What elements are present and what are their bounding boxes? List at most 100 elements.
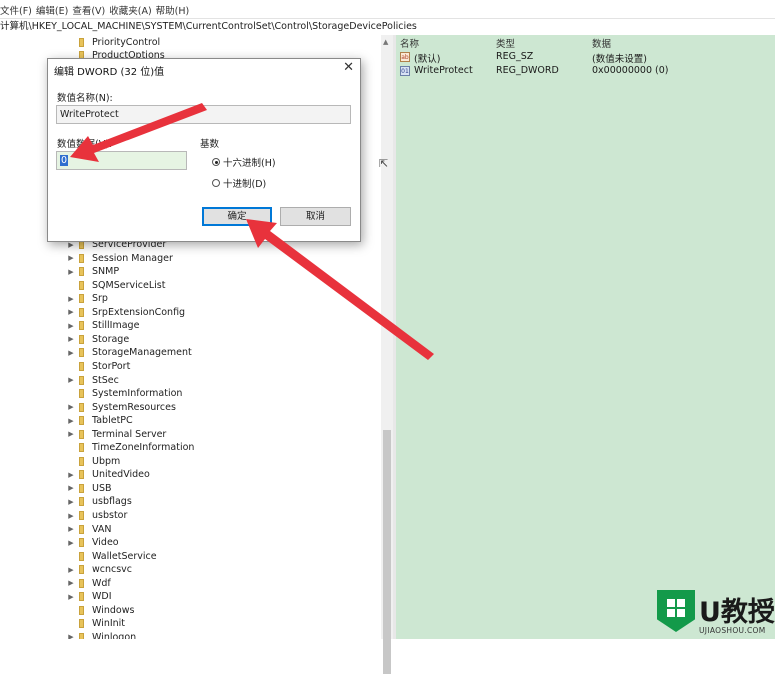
tree-scrollbar[interactable]: ▲ <box>381 35 393 674</box>
menu-edit[interactable]: 编辑(E) <box>36 0 72 18</box>
tree-item-label: wcncsvc <box>92 564 133 576</box>
expand-chevron-icon[interactable]: ▶ <box>66 254 76 262</box>
expand-chevron-icon[interactable]: ▶ <box>66 593 76 601</box>
menu-view[interactable]: 查看(V) <box>72 0 109 18</box>
tree-item[interactable]: SystemInformation <box>66 387 182 400</box>
expand-chevron-icon[interactable]: ▶ <box>66 471 76 479</box>
expand-chevron-icon[interactable]: ▶ <box>66 498 76 506</box>
tree-item[interactable]: ▶ StillImage <box>66 319 139 332</box>
tree-item-label: SQMServiceList <box>92 279 166 291</box>
tree-item[interactable]: ▶ wcncsvc <box>66 563 132 576</box>
folder-icon <box>79 375 84 385</box>
tree-item[interactable]: ▶ SrpExtensionConfig <box>66 306 185 319</box>
tree-item[interactable]: ▶ WDI <box>66 590 111 603</box>
cancel-button[interactable]: 取消 <box>280 207 351 226</box>
folder-icon <box>79 307 84 317</box>
folder-icon <box>79 348 84 358</box>
tree-item-label: Winlogon <box>92 631 137 639</box>
tree-item[interactable]: WinInit <box>66 617 125 630</box>
folder-icon <box>79 429 84 439</box>
expand-chevron-icon[interactable]: ▶ <box>66 539 76 547</box>
value-name: (默认) <box>414 54 441 65</box>
windows-logo-icon <box>667 599 685 617</box>
expand-chevron-icon[interactable]: ▶ <box>66 268 76 276</box>
tree-item[interactable]: ▶ StorageManagement <box>66 346 191 359</box>
value-name-field[interactable]: WriteProtect <box>56 105 351 124</box>
expand-chevron-icon[interactable]: ▶ <box>66 633 76 639</box>
expand-chevron-icon[interactable]: ▶ <box>66 376 76 384</box>
tree-item[interactable]: ▶ Srp <box>66 292 108 305</box>
tree-item[interactable]: ▶ Terminal Server <box>66 428 166 441</box>
address-bar[interactable]: 计算机\HKEY_LOCAL_MACHINE\SYSTEM\CurrentCon… <box>0 18 775 36</box>
expand-chevron-icon[interactable]: ▶ <box>66 417 76 425</box>
column-header-data[interactable]: 数据 <box>592 36 611 50</box>
radio-checked-icon[interactable] <box>212 158 220 166</box>
tree-item[interactable]: Ubpm <box>66 455 120 468</box>
hex-radio-option[interactable]: 十六进制(H) <box>212 155 276 169</box>
folder-icon <box>79 294 84 304</box>
folder-icon <box>79 483 84 493</box>
expand-chevron-icon[interactable]: ▶ <box>66 308 76 316</box>
tree-item[interactable]: WalletService <box>66 550 157 563</box>
tree-item[interactable]: ▶ Wdf <box>66 577 110 590</box>
radio-unchecked-icon[interactable] <box>212 179 220 187</box>
scroll-up-arrow-icon[interactable]: ▲ <box>383 38 388 46</box>
close-icon[interactable]: ✕ <box>343 60 354 75</box>
column-header-type[interactable]: 类型 <box>496 36 515 50</box>
menu-favorites[interactable]: 收藏夹(A) <box>109 0 155 18</box>
folder-icon <box>79 402 84 412</box>
menu-help[interactable]: 帮助(H) <box>156 0 194 18</box>
folder-icon <box>79 321 84 331</box>
expand-chevron-icon[interactable]: ▶ <box>66 335 76 343</box>
tree-item-label: usbflags <box>92 496 132 508</box>
tree-item[interactable]: ▶ USB <box>66 482 111 495</box>
column-header-name[interactable]: 名称 <box>400 36 419 50</box>
tree-item[interactable]: ▶ usbstor <box>66 509 127 522</box>
folder-icon <box>79 524 84 534</box>
value-row[interactable]: 01 WriteProtect REG_DWORD 0x00000000 (0) <box>396 64 775 78</box>
folder-icon <box>79 389 84 399</box>
expand-chevron-icon[interactable]: ▶ <box>66 349 76 357</box>
scrollbar-thumb[interactable] <box>383 430 391 674</box>
expand-chevron-icon[interactable]: ▶ <box>66 566 76 574</box>
dec-radio-option[interactable]: 十进制(D) <box>212 176 266 190</box>
expand-chevron-icon[interactable]: ▶ <box>66 403 76 411</box>
expand-chevron-icon[interactable]: ▶ <box>66 579 76 587</box>
expand-chevron-icon[interactable]: ▶ <box>66 430 76 438</box>
folder-icon <box>79 334 84 344</box>
tree-item[interactable]: ▶ Video <box>66 536 119 549</box>
tree-item-label: UnitedVideo <box>92 469 150 481</box>
folder-icon <box>79 280 84 290</box>
tree-item[interactable]: ▶ usbflags <box>66 495 132 508</box>
tree-item-label: WinInit <box>92 618 126 630</box>
tree-item[interactable]: Windows <box>66 604 134 617</box>
tree-item[interactable]: ▶ UnitedVideo <box>66 468 150 481</box>
dialog-title: 编辑 DWORD (32 位)值 <box>54 67 165 78</box>
expand-chevron-icon[interactable]: ▶ <box>66 512 76 520</box>
tree-item[interactable]: ▶ Winlogon <box>66 631 136 639</box>
menu-file[interactable]: 文件(F) <box>0 0 36 18</box>
tree-item-label: SrpExtensionConfig <box>92 306 186 318</box>
expand-chevron-icon[interactable]: ▶ <box>66 525 76 533</box>
tree-item[interactable]: SQMServiceList <box>66 279 165 292</box>
tree-item[interactable]: ▶ SNMP <box>66 265 119 278</box>
tree-item-label: Video <box>92 537 119 549</box>
value-data-field[interactable]: 0 <box>56 151 187 170</box>
tree-item[interactable]: TimeZoneInformation <box>66 441 194 454</box>
expand-chevron-icon[interactable]: ▶ <box>66 484 76 492</box>
tree-item[interactable]: ▶ SystemResources <box>66 401 176 414</box>
folder-icon <box>79 38 84 47</box>
tree-item[interactable]: ▶ StSec <box>66 374 119 387</box>
tree-item[interactable]: ▶ TabletPC <box>66 414 132 427</box>
tree-item[interactable]: PriorityControl <box>66 36 160 49</box>
tree-item[interactable]: ▶ Storage <box>66 333 129 346</box>
ok-button[interactable]: 确定 <box>202 207 272 226</box>
value-row[interactable]: ab (默认) REG_SZ (数值未设置) <box>396 50 775 65</box>
tree-item[interactable]: StorPort <box>66 360 130 373</box>
value-type: REG_SZ <box>496 51 534 62</box>
tree-item[interactable]: ▶ VAN <box>66 523 111 536</box>
tree-item-label: PriorityControl <box>92 37 161 48</box>
expand-chevron-icon[interactable]: ▶ <box>66 295 76 303</box>
expand-chevron-icon[interactable]: ▶ <box>66 322 76 330</box>
tree-item[interactable]: ▶ Session Manager <box>66 252 173 265</box>
